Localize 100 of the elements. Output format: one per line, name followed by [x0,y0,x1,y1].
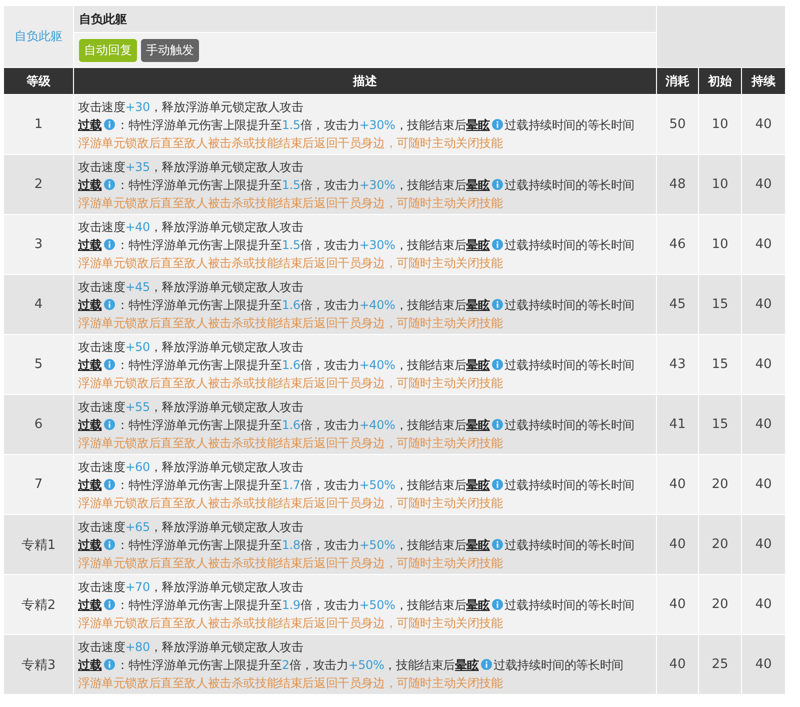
term-text: 过载 [78,658,102,672]
duration-cell: 40 [741,574,786,634]
info-icon[interactable] [104,178,115,190]
term-text: 过载 [78,598,102,612]
description-text: 倍，攻击力 [300,298,360,312]
cost-cell: 40 [656,574,698,634]
term-text: 晕眩 [466,118,490,132]
description-text: 1.8 [282,538,300,552]
description-text: +50 [125,340,150,354]
description-text: 过载持续时间的等长时间 [504,538,634,552]
info-icon[interactable] [104,298,115,310]
skill-tag: 自动回复 [79,38,137,62]
term-text: 晕眩 [466,178,490,192]
info-icon[interactable] [492,118,503,130]
info-icon[interactable] [104,418,115,430]
description-text: +55 [125,400,150,414]
info-icon[interactable] [492,478,503,490]
description-text: 1.5 [282,238,300,252]
initial-cell: 10 [698,154,742,214]
term-text: 晕眩 [466,478,490,492]
duration-cell: 40 [741,514,786,574]
initial-cell: 25 [698,634,742,694]
initial-cell: 20 [698,454,742,514]
info-icon[interactable] [104,358,115,370]
description-text: ，释放浮游单元锁定敌人攻击 [150,220,304,234]
description-text: 倍，攻击力 [300,418,360,432]
description-text: 攻击速度 [78,460,126,474]
cost-cell: 40 [656,634,698,694]
term-text: 晕眩 [466,298,490,312]
term-text: 晕眩 [466,358,490,372]
skill-tag: 手动触发 [141,38,199,62]
level-cell: 1 [4,94,74,154]
term-text: 过载 [78,358,102,372]
description-text: 攻击速度 [78,160,126,174]
term-text: 过载 [78,178,102,192]
description-text: ，技能结束后 [395,298,466,312]
description-text: 浮游单元锁敌后直至敌人被击杀或技能结束后返回干员身边，可随时主动关闭技能 [78,136,503,150]
info-icon[interactable] [492,598,503,610]
info-icon[interactable] [492,238,503,250]
description-text: 攻击速度 [78,520,126,534]
info-icon[interactable] [104,478,115,490]
info-icon[interactable] [104,118,115,130]
info-icon[interactable] [104,658,115,670]
duration-cell: 40 [741,94,786,154]
description-text: ：特性浮游单元伤害上限提升至 [116,658,282,672]
initial-cell: 10 [698,94,742,154]
description-text: ，技能结束后 [395,598,466,612]
term-text: 晕眩 [466,418,490,432]
description-text: ：特性浮游单元伤害上限提升至 [116,118,282,132]
description-text: 浮游单元锁敌后直至敌人被击杀或技能结束后返回干员身边，可随时主动关闭技能 [78,436,503,450]
info-icon[interactable] [104,598,115,610]
info-icon[interactable] [104,538,115,550]
description-text: +80 [125,640,150,654]
column-header: 等级 [4,68,74,94]
column-header: 消耗 [656,68,698,94]
description-text: 浮游单元锁敌后直至敌人被击杀或技能结束后返回干员身边，可随时主动关闭技能 [78,196,503,210]
initial-cell: 15 [698,274,742,334]
description-text: +30 [125,100,150,114]
info-icon[interactable] [492,358,503,370]
description-text: +70 [125,580,150,594]
info-icon[interactable] [492,538,503,550]
description-text: ，技能结束后 [395,478,466,492]
description-text: 倍，攻击力 [300,358,360,372]
column-header: 描述 [74,68,656,94]
description-text: ，技能结束后 [395,418,466,432]
info-icon[interactable] [492,178,503,190]
initial-cell: 10 [698,214,742,274]
description-text: 过载持续时间的等长时间 [504,238,634,252]
description-text: ：特性浮游单元伤害上限提升至 [116,538,282,552]
description-text: ：特性浮游单元伤害上限提升至 [116,178,282,192]
description-text: ，释放浮游单元锁定敌人攻击 [150,400,304,414]
description-text: ，释放浮游单元锁定敌人攻击 [150,340,304,354]
description-text: ：特性浮游单元伤害上限提升至 [116,418,282,432]
description-text: 攻击速度 [78,220,126,234]
description-text: 倍，攻击力 [300,118,360,132]
term-text: 过载 [78,538,102,552]
description-text: 1.9 [282,598,300,612]
cost-cell: 40 [656,454,698,514]
description-text: 攻击速度 [78,280,126,294]
description-text: +30% [359,118,396,132]
description-text: 1.6 [282,418,300,432]
cost-cell: 41 [656,394,698,454]
description-text: 倍，攻击力 [289,658,348,672]
cost-cell: 43 [656,334,698,394]
description-text: +40% [359,418,396,432]
description-text: 攻击速度 [78,400,126,414]
info-icon[interactable] [492,418,503,430]
description-text: +60 [125,460,150,474]
info-icon[interactable] [104,238,115,250]
cost-cell: 50 [656,94,698,154]
info-icon[interactable] [480,658,492,670]
description-text: ：特性浮游单元伤害上限提升至 [116,298,282,312]
description-text: 攻击速度 [78,580,126,594]
term-text: 过载 [78,418,102,432]
info-icon[interactable] [492,298,503,310]
cost-cell: 46 [656,214,698,274]
description-text: +30% [359,238,396,252]
description-text: 1.5 [282,178,300,192]
duration-cell: 40 [741,274,786,334]
description-text: +40% [359,358,396,372]
